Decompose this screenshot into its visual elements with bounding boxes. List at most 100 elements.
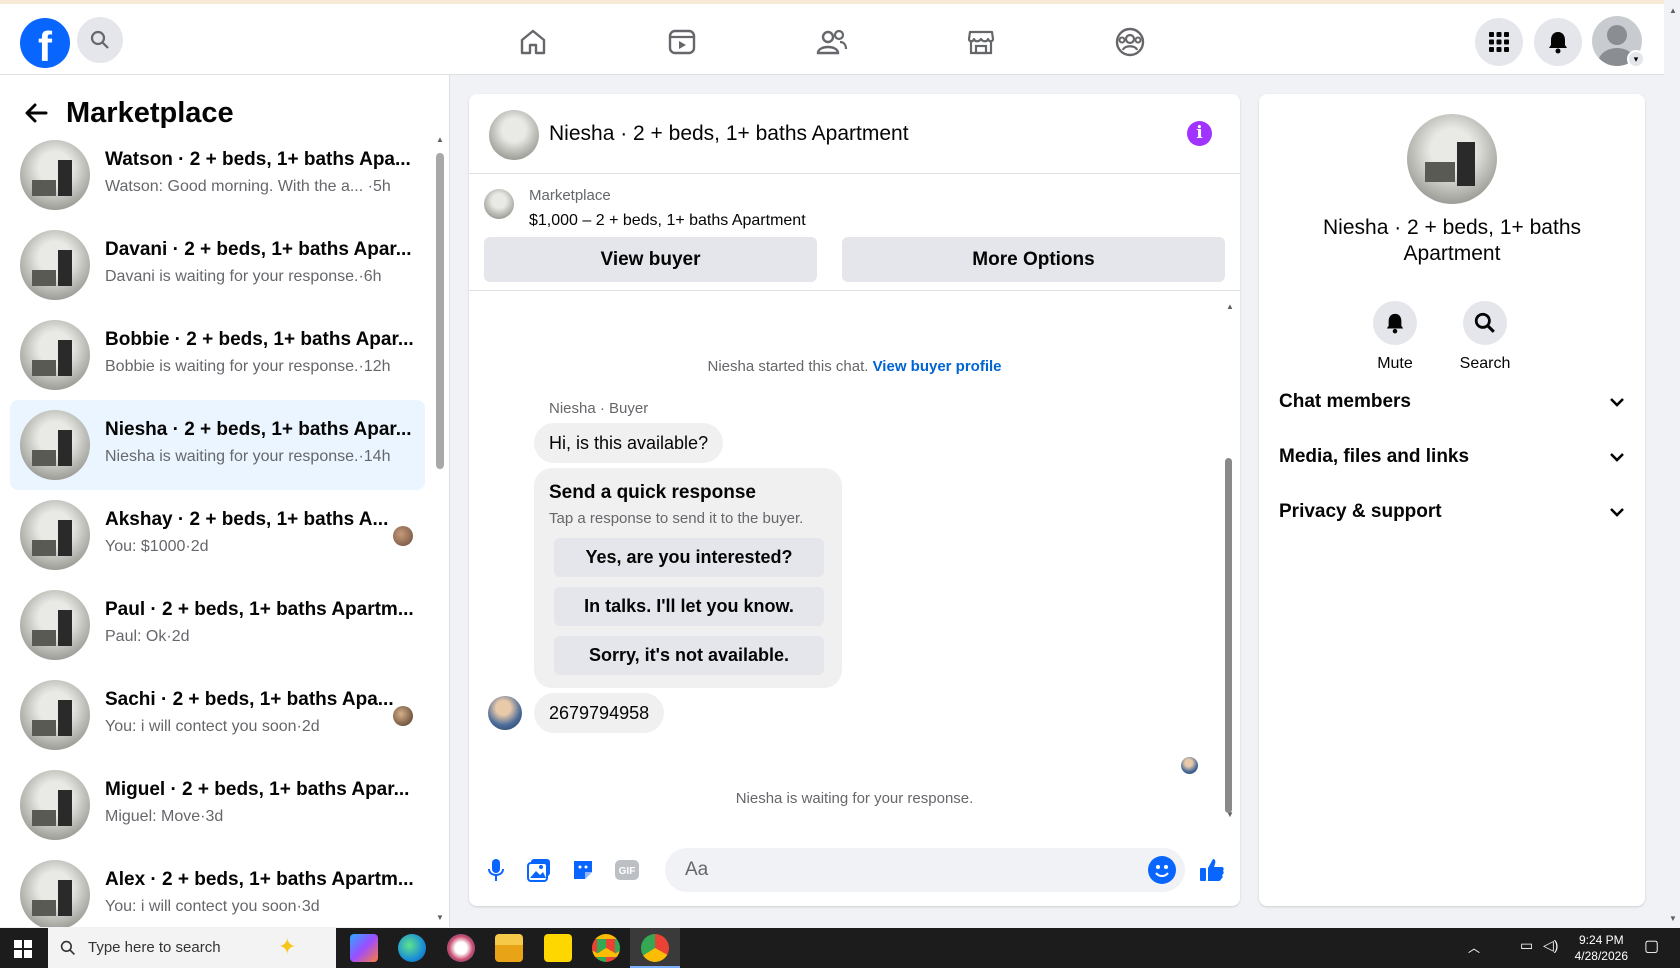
video-icon[interactable] xyxy=(662,22,702,62)
search-button[interactable] xyxy=(77,17,123,63)
copilot-icon[interactable] xyxy=(350,934,378,962)
incoming-message[interactable]: 2679794958 xyxy=(534,693,665,733)
view-buyer-profile-link[interactable]: View buyer profile xyxy=(873,358,1002,375)
chat-header: Niesha · 2 + beds, 1+ baths Apartment i xyxy=(469,94,1240,174)
conversation-title: Akshay · 2 + beds, 1+ baths A... xyxy=(105,509,389,530)
chat-title[interactable]: Niesha · 2 + beds, 1+ baths Apartment xyxy=(549,122,909,146)
windows-taskbar: Type here to search ✦ ︿ ▭ ◁) 9:24 PM 4/2… xyxy=(0,928,1680,968)
file-explorer-icon[interactable] xyxy=(495,934,523,962)
media-files-links-section[interactable]: Media, files and links xyxy=(1279,437,1625,477)
conversation-item[interactable]: Bobbie · 2 + beds, 1+ baths Apar... Bobbi… xyxy=(10,310,425,400)
listing-thumbnail xyxy=(20,500,90,570)
buyer-avatar[interactable] xyxy=(488,696,522,730)
active-chrome-tab[interactable] xyxy=(630,928,680,968)
conversation-preview: You: $1000·2d xyxy=(105,538,209,555)
listing-thumbnail xyxy=(20,590,90,660)
quick-response-button[interactable]: In talks. I'll let you know. xyxy=(554,587,824,626)
conversation-item[interactable]: Alex · 2 + beds, 1+ baths Apartm... You: … xyxy=(10,850,425,927)
chrome-icon[interactable] xyxy=(592,934,620,962)
search-in-chat-button[interactable]: Search xyxy=(1440,301,1530,373)
conversation-item[interactable]: Paul · 2 + beds, 1+ baths Apartm... Paul:… xyxy=(10,580,425,670)
conversation-title: Niesha · 2 + beds, 1+ baths Apar... xyxy=(105,419,412,440)
details-title: Niesha · 2 + beds, 1+ baths Apartment xyxy=(1323,216,1581,265)
scroll-up-arrow-icon[interactable]: ▲ xyxy=(436,135,444,144)
chat-members-section[interactable]: Chat members xyxy=(1279,382,1625,422)
quick-response-button[interactable]: Sorry, it's not available. xyxy=(554,636,824,675)
sparkle-icon: ✦ xyxy=(278,934,297,959)
mute-bell-icon xyxy=(1373,301,1417,345)
listing-avatar[interactable] xyxy=(489,110,539,160)
scroll-down-arrow-icon[interactable]: ▼ xyxy=(1669,914,1677,923)
conversation-details-panel: Niesha · 2 + beds, 1+ baths Apartment Mu… xyxy=(1259,94,1645,906)
section-label: Privacy & support xyxy=(1279,501,1442,522)
quick-response-button[interactable]: Yes, are you interested? xyxy=(554,538,824,577)
message-thread: ▲ Niesha started this chat. View buyer p… xyxy=(469,298,1240,828)
conversation-item[interactable]: Davani · 2 + beds, 1+ baths Apar... Davan… xyxy=(10,220,425,310)
privacy-support-section[interactable]: Privacy & support xyxy=(1279,492,1625,532)
network-icon[interactable]: ▭ xyxy=(1520,937,1533,954)
listing-thumbnail xyxy=(20,410,90,480)
marketplace-icon[interactable] xyxy=(961,22,1001,62)
scroll-down-arrow-icon[interactable]: ▼ xyxy=(436,913,444,922)
gif-icon[interactable]: GIF xyxy=(613,856,641,884)
home-icon[interactable] xyxy=(513,22,553,62)
microphone-icon[interactable] xyxy=(482,856,510,884)
chat-started-text: Niesha started this chat. xyxy=(707,358,869,375)
chrome-profile-icon xyxy=(641,934,669,962)
chevron-down-icon xyxy=(1610,508,1624,517)
back-arrow-icon[interactable] xyxy=(24,102,48,124)
groups-icon[interactable] xyxy=(1110,22,1150,62)
friends-icon[interactable] xyxy=(812,22,852,62)
listing-photo-fridge xyxy=(1457,142,1475,186)
sidebar-scrollbar[interactable] xyxy=(436,153,444,469)
chevron-down-icon xyxy=(1610,453,1624,462)
scroll-up-arrow-icon[interactable]: ▲ xyxy=(1669,6,1677,15)
conversation-preview: Watson: Good morning. With the a... ·5h xyxy=(105,178,391,195)
sticker-icon[interactable] xyxy=(569,856,597,884)
conversation-item[interactable]: Miguel · 2 + beds, 1+ baths Apar... Migue… xyxy=(10,760,425,850)
taskbar-search-placeholder: Type here to search xyxy=(88,939,221,956)
tray-chevron-up-icon[interactable]: ︿ xyxy=(1468,939,1480,956)
emoji-icon[interactable] xyxy=(1148,856,1176,884)
facebook-logo[interactable]: f xyxy=(20,18,70,68)
view-buyer-button[interactable]: View buyer xyxy=(484,237,817,282)
conversation-preview: Davani is waiting for your response.·6h xyxy=(105,268,382,285)
sticky-notes-icon[interactable] xyxy=(544,934,572,962)
more-options-button[interactable]: More Options xyxy=(842,237,1225,282)
listing-thumbnail xyxy=(20,770,90,840)
chat-scrollbar[interactable] xyxy=(1225,458,1232,813)
waiting-notice: Niesha is waiting for your response. xyxy=(735,790,974,807)
page-scrollbar[interactable]: ▲ ▼ xyxy=(1666,4,1680,928)
conversation-item-active[interactable]: Niesha · 2 + beds, 1+ baths Apar... Niesh… xyxy=(10,400,425,490)
chevron-down-icon xyxy=(1610,398,1624,407)
listing-price[interactable]: $1,000 – 2 + beds, 1+ baths Apartment xyxy=(529,212,806,230)
edge-browser-icon[interactable] xyxy=(398,934,426,962)
section-label: Media, files and links xyxy=(1279,446,1470,467)
scroll-up-arrow-icon[interactable]: ▲ xyxy=(1226,302,1234,311)
system-clock[interactable]: 9:24 PM 4/28/2026 xyxy=(1575,932,1628,964)
mute-button[interactable]: Mute xyxy=(1350,301,1440,373)
incoming-message[interactable]: Hi, is this available? xyxy=(534,423,724,463)
paint-icon[interactable] xyxy=(447,934,475,962)
taskbar-search-box[interactable]: Type here to search ✦ xyxy=(48,928,336,968)
windows-start-icon[interactable] xyxy=(14,940,32,958)
message-composer: GIF Aa xyxy=(469,834,1240,906)
photo-icon[interactable] xyxy=(525,856,553,884)
search-icon xyxy=(90,30,109,49)
chevron-down-icon[interactable]: ▾ xyxy=(1627,50,1645,68)
chat-panel: Niesha · 2 + beds, 1+ baths Apartment i … xyxy=(469,94,1240,906)
notifications-button[interactable] xyxy=(1534,18,1582,66)
notification-center-icon[interactable]: ▢ xyxy=(1644,936,1659,956)
menu-button[interactable] xyxy=(1475,18,1523,66)
info-icon[interactable]: i xyxy=(1187,121,1212,146)
conversation-item[interactable]: Watson · 2 + beds, 1+ baths Apa... Watson… xyxy=(10,130,425,220)
conversation-preview: Paul: Ok·2d xyxy=(105,628,190,645)
volume-icon[interactable]: ◁) xyxy=(1543,937,1558,954)
conversation-item[interactable]: Akshay · 2 + beds, 1+ baths A... You: $10… xyxy=(10,490,425,580)
conversation-item[interactable]: Sachi · 2 + beds, 1+ baths Apa... You: i … xyxy=(10,670,425,760)
message-input[interactable]: Aa xyxy=(665,848,1185,892)
conversation-title: Miguel · 2 + beds, 1+ baths Apar... xyxy=(105,779,410,800)
like-thumbs-up-icon[interactable] xyxy=(1198,856,1226,884)
top-navigation-bar: f ▾ xyxy=(0,0,1664,75)
conversation-title: Davani · 2 + beds, 1+ baths Apar... xyxy=(105,239,412,260)
